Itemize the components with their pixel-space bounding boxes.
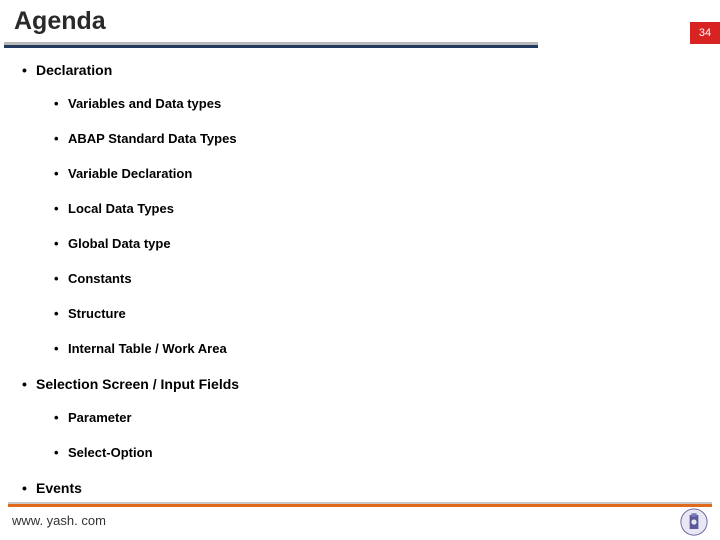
item-label: Structure (68, 306, 126, 321)
item-label: ABAP Standard Data Types (68, 131, 237, 146)
list-item: Declaration Variables and Data types ABA… (20, 62, 700, 356)
item-label: Variable Declaration (68, 166, 192, 181)
footer: www. yash. com (0, 502, 720, 540)
item-label: Parameter (68, 410, 132, 425)
item-label: Selection Screen / Input Fields (36, 376, 239, 392)
list-item: Internal Table / Work Area (36, 341, 700, 356)
logo-icon (680, 508, 708, 536)
list-item: Parameter (36, 410, 700, 425)
item-label: Constants (68, 271, 132, 286)
title-rule-blue (4, 45, 538, 48)
item-label: Variables and Data types (68, 96, 221, 111)
title-bar: Agenda (0, 0, 720, 42)
list-item: Structure (36, 306, 700, 321)
item-label: Local Data Types (68, 201, 174, 216)
item-label: Global Data type (68, 236, 171, 251)
footer-rule-orange (8, 504, 712, 507)
list-item: Selection Screen / Input Fields Paramete… (20, 376, 700, 460)
list-item: Variables and Data types (36, 96, 700, 111)
slide: Agenda 34 Declaration Variables and Data… (0, 0, 720, 540)
list-item: ABAP Standard Data Types (36, 131, 700, 146)
list-item: Select-Option (36, 445, 700, 460)
item-label: Select-Option (68, 445, 153, 460)
list-item: Constants (36, 271, 700, 286)
sublist: Variables and Data types ABAP Standard D… (36, 96, 700, 356)
agenda-list: Declaration Variables and Data types ABA… (20, 62, 700, 496)
list-item: Local Data Types (36, 201, 700, 216)
list-item: Events (20, 480, 700, 496)
sublist: Parameter Select-Option (36, 410, 700, 460)
footer-url: www. yash. com (12, 513, 106, 528)
item-label: Events (36, 480, 82, 496)
item-label: Internal Table / Work Area (68, 341, 227, 356)
slide-title: Agenda (14, 7, 106, 36)
list-item: Variable Declaration (36, 166, 700, 181)
page-number-badge: 34 (690, 22, 720, 44)
content-area: Declaration Variables and Data types ABA… (20, 62, 700, 512)
item-label: Declaration (36, 62, 112, 78)
list-item: Global Data type (36, 236, 700, 251)
